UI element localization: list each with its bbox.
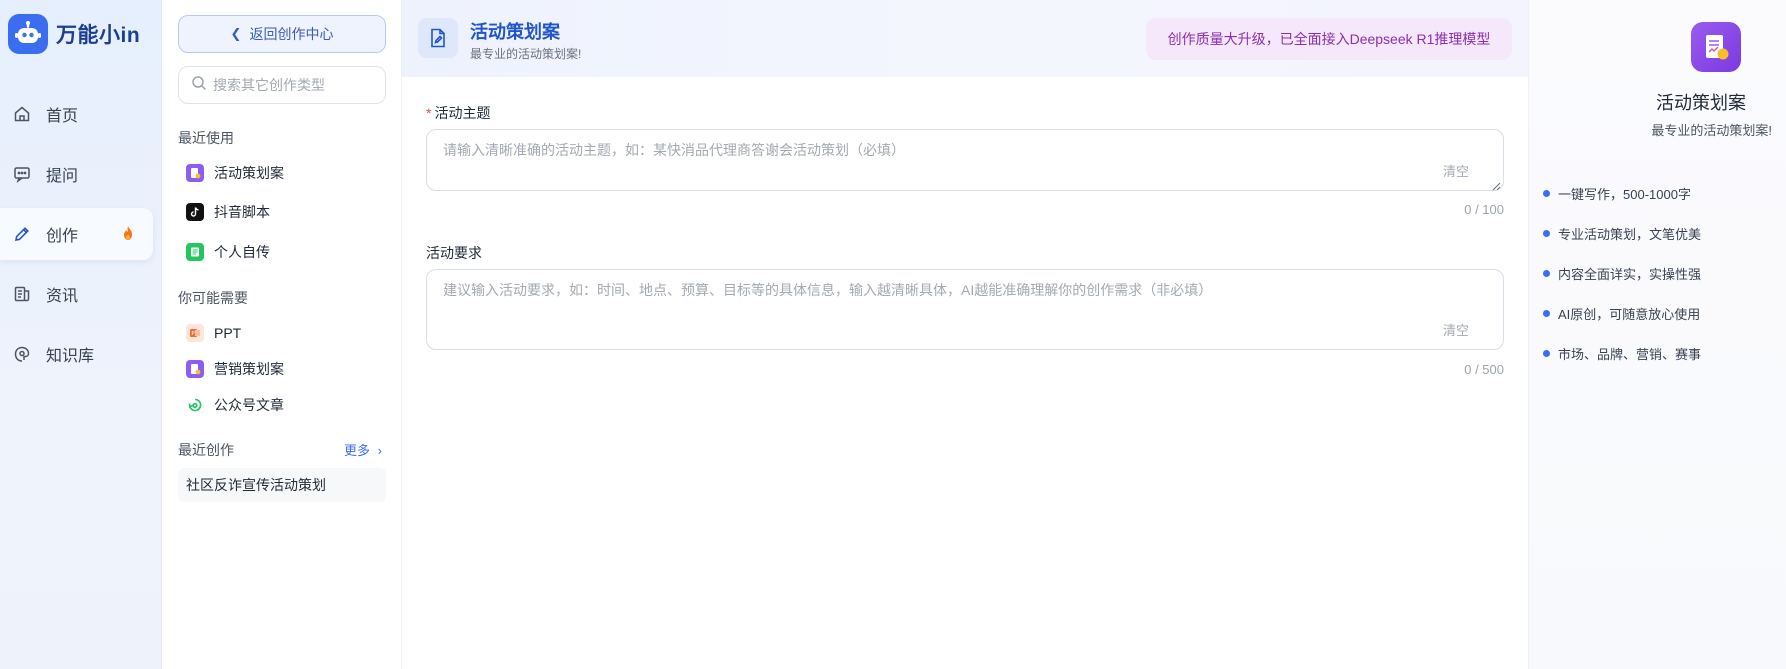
chevron-left-icon: ❮ <box>230 26 242 41</box>
requirements-field-label: 活动要求 <box>426 245 482 261</box>
back-to-creation-center-button[interactable]: ❮ 返回创作中心 <box>178 15 386 53</box>
feature-text: 内容全面详实，实操性强 <box>1558 267 1702 282</box>
info-panel: 活动策划案 最专业的活动策划案! 一键写作，500-1000字 专业活动策划，文… <box>1528 0 1786 669</box>
recent-creations-title: 最近创作 <box>178 442 234 458</box>
recent-item-label: 个人自传 <box>214 244 270 260</box>
main-nav: 万能小in 首页 提问 创作 资讯 知识库 <box>0 0 162 669</box>
maybe-item-label: PPT <box>214 325 242 341</box>
chevron-right-icon: › <box>377 443 382 458</box>
news-icon <box>12 284 32 304</box>
maybe-item-wechat-article[interactable]: 公众号文章 <box>186 393 284 417</box>
nav-label: 创作 <box>46 228 79 245</box>
clear-requirements-button[interactable]: 清空 <box>1443 320 1469 339</box>
feature-text: 市场、品牌、营销、赛事 <box>1558 347 1702 362</box>
required-marker: * <box>426 105 432 121</box>
bullet-dot-icon <box>1543 310 1550 317</box>
robot-logo-icon <box>8 14 48 54</box>
nav-item-knowledge[interactable]: 知识库 <box>0 328 153 380</box>
main-header: 活动策划案 最专业的活动策划案! 创作质量大升级，已全面接入Deepseek R… <box>402 0 1528 77</box>
feature-item: 内容全面详实，实操性强 <box>1543 264 1701 283</box>
nav-label: 提问 <box>46 168 79 185</box>
maybe-item-label: 公众号文章 <box>214 397 284 413</box>
document-edit-icon <box>418 18 458 58</box>
theme-textarea[interactable] <box>427 130 1503 190</box>
search-icon <box>191 75 207 96</box>
more-link-label: 更多 <box>344 443 371 458</box>
feature-text: 一键写作，500-1000字 <box>1558 187 1691 202</box>
ppt-icon: P <box>186 324 204 342</box>
upgrade-banner[interactable]: 创作质量大升级，已全面接入Deepseek R1推理模型 <box>1146 18 1512 60</box>
app-logo[interactable]: 万能小in <box>8 14 140 54</box>
field-label-text: 活动主题 <box>434 105 491 121</box>
nav-item-home[interactable]: 首页 <box>0 88 153 140</box>
home-icon <box>12 104 32 124</box>
recent-used-title: 最近使用 <box>178 130 234 146</box>
pen-icon <box>12 224 32 244</box>
theme-field: 清空 <box>426 129 1504 191</box>
bullet-dot-icon <box>1543 190 1550 197</box>
requirements-field: 清空 <box>426 269 1504 350</box>
bullet-dot-icon <box>1543 230 1550 237</box>
plan-doc-icon <box>186 164 204 182</box>
nav-item-create[interactable]: 创作 <box>0 208 153 260</box>
page-title: 活动策划案 <box>470 22 560 42</box>
plan-doc-icon <box>1691 22 1741 72</box>
panel-subtitle: 最专业的活动策划案! <box>1651 123 1772 138</box>
wechat-article-icon <box>186 396 204 414</box>
recent-item-label: 活动策划案 <box>214 165 284 181</box>
creation-sidebar: ❮ 返回创作中心 最近使用 活动策划案 抖音脚本 个人自传 你可能需要 P PP… <box>162 0 402 669</box>
brain-icon <box>12 344 32 364</box>
bullet-dot-icon <box>1543 350 1550 357</box>
feature-text: AI原创，可随意放心使用 <box>1558 307 1701 322</box>
resize-handle-icon[interactable] <box>1491 178 1501 191</box>
feature-item: 专业活动策划，文笔优美 <box>1543 224 1701 243</box>
recent-item-douyin-script[interactable]: 抖音脚本 <box>186 200 270 224</box>
recent-creation-item[interactable]: 社区反诈宣传活动策划 <box>178 468 386 502</box>
feature-text: 专业活动策划，文笔优美 <box>1558 227 1702 242</box>
nav-label: 资讯 <box>46 288 79 305</box>
clear-theme-button[interactable]: 清空 <box>1443 161 1469 180</box>
search-box <box>178 66 386 104</box>
recent-item-autobiography[interactable]: 个人自传 <box>186 240 270 264</box>
nav-label: 知识库 <box>46 348 95 365</box>
theme-field-label: * 活动主题 <box>426 103 490 123</box>
panel-title: 活动策划案 <box>1656 93 1746 113</box>
nav-label: 首页 <box>46 108 79 125</box>
fire-icon <box>121 225 135 241</box>
nav-item-news[interactable]: 资讯 <box>0 268 153 320</box>
requirements-char-counter: 0 / 500 <box>1464 362 1504 377</box>
maybe-need-title: 你可能需要 <box>178 290 248 306</box>
recent-item-activity-plan[interactable]: 活动策划案 <box>186 161 284 185</box>
nav-item-ask[interactable]: 提问 <box>0 148 153 200</box>
page-subtitle: 最专业的活动策划案! <box>470 47 582 61</box>
tiktok-icon <box>186 203 204 221</box>
search-input[interactable] <box>213 77 383 93</box>
requirements-textarea[interactable] <box>427 270 1503 349</box>
chat-icon <box>12 164 32 184</box>
feature-item: AI原创，可随意放心使用 <box>1543 304 1700 323</box>
back-button-label: 返回创作中心 <box>249 26 334 42</box>
feature-item: 市场、品牌、营销、赛事 <box>1543 344 1701 363</box>
bullet-dot-icon <box>1543 270 1550 277</box>
bio-icon <box>186 243 204 261</box>
more-link[interactable]: 更多 › <box>344 440 382 459</box>
app-name: 万能小in <box>56 24 141 47</box>
maybe-item-ppt[interactable]: P PPT <box>186 321 241 345</box>
recent-item-label: 抖音脚本 <box>214 204 270 220</box>
marketing-doc-icon <box>186 360 204 378</box>
feature-item: 一键写作，500-1000字 <box>1543 184 1691 203</box>
theme-char-counter: 0 / 100 <box>1464 202 1504 217</box>
maybe-item-label: 营销策划案 <box>214 361 284 377</box>
maybe-item-marketing-plan[interactable]: 营销策划案 <box>186 357 284 381</box>
main-content: 活动策划案 最专业的活动策划案! 创作质量大升级，已全面接入Deepseek R… <box>402 0 1528 669</box>
